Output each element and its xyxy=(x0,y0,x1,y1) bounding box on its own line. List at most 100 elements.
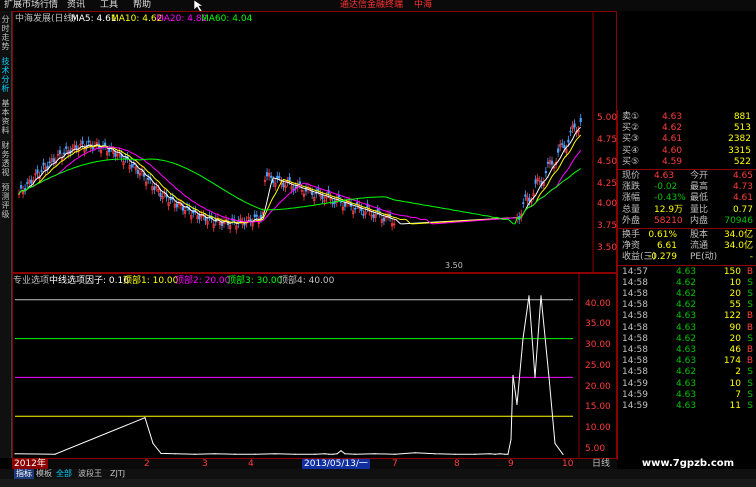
tab-all[interactable]: 全部 xyxy=(56,469,72,479)
candle xyxy=(323,196,326,206)
order-book-label: 卖① xyxy=(622,112,640,122)
candle-body xyxy=(534,179,537,184)
tick-volume: 20 xyxy=(729,289,741,299)
menu-extended-market[interactable]: 扩展市场行情 xyxy=(4,0,58,11)
tick-time: 14:58 xyxy=(622,367,648,378)
tab-finance[interactable]: 财务透视 xyxy=(0,141,11,177)
candle-body xyxy=(276,175,279,179)
candle xyxy=(34,169,37,180)
stat-label: 外盘 xyxy=(622,215,641,226)
series-point xyxy=(504,453,506,455)
ind-tick-40: 40.00 xyxy=(585,299,611,309)
tab-template[interactable]: 模板 xyxy=(36,469,52,479)
candle-body xyxy=(343,202,347,207)
order-book-volume: 513 xyxy=(733,123,751,134)
indicator-plot xyxy=(14,274,580,460)
tick-volume: 10 xyxy=(729,277,741,288)
candle xyxy=(48,157,51,167)
stat-label: 内盘 xyxy=(690,215,709,226)
tick-row: 14:58 4.62 55 S xyxy=(618,300,756,311)
series-point xyxy=(194,453,196,455)
candle xyxy=(167,198,170,211)
tick-volume: 90 xyxy=(729,322,741,333)
tick-row: 14:58 4.63 174 B xyxy=(618,356,756,367)
candle xyxy=(335,194,338,207)
order-book-row: 买⑤ 4.59 522 xyxy=(618,157,756,168)
candle-body xyxy=(544,171,547,174)
candle-body xyxy=(40,170,43,172)
price-chart-panel[interactable]: 中海发展(日线) MA5: 4.61 MA10: 4.62 MA20: 4.82… xyxy=(12,11,617,273)
tab-fundamentals[interactable]: 基本资料 xyxy=(0,99,11,135)
tick-row: 14:58 4.63 122 B xyxy=(618,311,756,322)
candle-body xyxy=(36,169,39,174)
tick-volume: 7 xyxy=(735,389,741,400)
candle-body xyxy=(557,148,560,153)
tab-intraday[interactable]: 分时走势 xyxy=(0,15,11,51)
candle xyxy=(24,184,27,195)
series-point xyxy=(540,295,542,297)
series-point xyxy=(214,453,216,455)
menu-help[interactable]: 帮助 xyxy=(133,0,151,11)
menu-news[interactable]: 资讯 xyxy=(67,0,85,11)
order-book-price: 4.60 xyxy=(662,145,683,156)
tick-price: 4.62 xyxy=(676,333,697,344)
tick-price: 4.62 xyxy=(676,289,697,299)
candle-body xyxy=(376,209,379,211)
candle-body xyxy=(62,152,66,155)
candle-body xyxy=(372,214,375,219)
tick-price: 4.63 xyxy=(676,345,697,355)
candle-body xyxy=(317,188,320,191)
candle xyxy=(22,185,25,199)
candle-body xyxy=(528,198,531,202)
series-point xyxy=(489,453,491,455)
tab-forecast[interactable]: 预测评级 xyxy=(0,183,11,219)
series-point xyxy=(554,442,556,444)
quote-divider xyxy=(618,169,756,170)
tick-time: 14:58 xyxy=(622,356,648,367)
candle xyxy=(534,175,537,188)
tick-side: B xyxy=(746,322,753,333)
stat-value: 4.73 xyxy=(732,182,753,193)
tick-price: 4.62 xyxy=(676,367,697,378)
candle xyxy=(302,189,306,201)
candle xyxy=(524,190,527,201)
series-point xyxy=(144,417,146,419)
fund-value: - xyxy=(749,252,753,263)
ad-banner[interactable]: 通达信金融终端 xyxy=(340,0,403,11)
candle xyxy=(56,149,60,160)
series-point xyxy=(494,453,496,455)
order-book-price: 4.61 xyxy=(662,134,683,145)
tab-band-king[interactable]: 波段王 xyxy=(78,469,102,479)
candle xyxy=(106,147,109,160)
candle xyxy=(251,218,254,231)
tab-technical[interactable]: 技术分析 xyxy=(0,57,11,93)
series-point xyxy=(14,453,16,455)
candle-body xyxy=(26,182,29,184)
tick-price: 4.63 xyxy=(676,322,697,333)
series-point xyxy=(254,453,256,455)
series-point xyxy=(474,453,476,455)
quote-stat-row: 外盘 58210 内盘 70946 xyxy=(618,216,756,227)
candle-body xyxy=(298,181,301,185)
candle xyxy=(522,198,525,209)
candle xyxy=(552,162,556,173)
candle-body xyxy=(153,186,156,191)
candle xyxy=(390,219,394,231)
candle-body xyxy=(282,182,285,187)
candle xyxy=(65,142,68,153)
candle-body xyxy=(108,149,111,153)
tick-price: 4.63 xyxy=(676,401,697,411)
candle-body xyxy=(198,215,201,220)
menu-tools[interactable]: 工具 xyxy=(100,0,118,11)
indicator-panel[interactable]: 专业选项 中线选项因子: 0.16 顶部1: 10.00 顶部2: 20.00 … xyxy=(12,273,617,461)
tick-volume: 150 xyxy=(723,266,741,277)
tick-side: B xyxy=(746,356,753,367)
tab-indicator[interactable]: 指标 xyxy=(14,469,34,479)
tick-time: 14:59 xyxy=(622,401,648,411)
candle xyxy=(268,168,271,181)
tab-zjtj[interactable]: ZJTJ xyxy=(110,469,125,479)
chart-area: 中海发展(日线) MA5: 4.61 MA10: 4.62 MA20: 4.82… xyxy=(12,11,617,461)
series-point xyxy=(160,452,162,455)
price-tick-7: 3.50 xyxy=(597,243,618,253)
series-point xyxy=(340,450,342,452)
